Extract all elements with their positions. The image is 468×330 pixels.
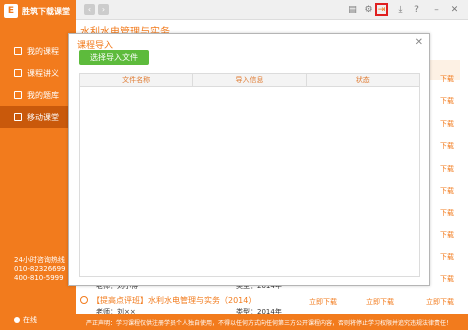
app-title: 胜筑下载课堂 bbox=[22, 6, 70, 16]
course-row[interactable]: 【提高点评班】水利水电管理与实务（2014） bbox=[80, 292, 460, 308]
play-icon bbox=[80, 296, 88, 304]
contact-heading: 24小时咨询热线 bbox=[14, 256, 65, 264]
sidebar-item-question-bank[interactable]: 我的题库 bbox=[0, 84, 76, 106]
column-file-name: 文件名称 bbox=[80, 74, 194, 86]
course-title: 【提高点评班】水利水电管理与实务（2014） bbox=[92, 295, 257, 305]
row-download-link[interactable]: 下载 bbox=[426, 274, 454, 288]
app-logo: E 胜筑下载课堂 bbox=[4, 4, 70, 18]
close-icon: ✕ bbox=[414, 37, 423, 48]
sidebar-item-label: 课程讲义 bbox=[27, 68, 59, 78]
settings-button[interactable]: ⚙ bbox=[362, 3, 375, 16]
notes-icon bbox=[14, 69, 22, 77]
contact-phone-2: 400-810-5999 bbox=[14, 274, 64, 282]
import-dialog: 课程导入 ✕ 选择导入文件 文件名称 导入信息 状态 bbox=[68, 33, 430, 286]
row-download-link[interactable]: 下载 bbox=[426, 74, 454, 88]
import-icon: ⇥ bbox=[377, 4, 386, 15]
row-download-link[interactable]: 下载 bbox=[426, 186, 454, 200]
sidebar-nav: 我的课程 课程讲义 我的题库 移动课堂 bbox=[0, 40, 76, 128]
column-import-info: 导入信息 bbox=[193, 74, 307, 86]
chevron-left-icon: ‹ bbox=[87, 5, 92, 14]
close-window-button[interactable]: ✕ bbox=[448, 3, 461, 16]
minimize-button[interactable]: – bbox=[430, 3, 443, 16]
download-now-link[interactable]: 立即下载 bbox=[309, 297, 337, 307]
courses-icon bbox=[14, 47, 22, 55]
row-download-link[interactable]: 下载 bbox=[426, 119, 454, 133]
chevron-right-icon: › bbox=[101, 5, 106, 14]
row-download-link[interactable]: 下载 bbox=[426, 96, 454, 110]
online-icon bbox=[14, 317, 20, 323]
footer-notice: 严正声明：学习课程仅供注册学员个人独自使用，不得以任何方式向任何第三方公开课程内… bbox=[76, 314, 468, 330]
import-table-body bbox=[79, 87, 420, 277]
close-icon: ✕ bbox=[450, 4, 459, 15]
sidebar-item-label: 我的课程 bbox=[27, 46, 59, 56]
import-table-header: 文件名称 导入信息 状态 bbox=[79, 73, 420, 87]
question-bank-icon bbox=[14, 91, 22, 99]
contact-phone-1: 010-82326699 bbox=[14, 265, 66, 273]
message-button[interactable]: ▤ bbox=[346, 3, 359, 16]
download-button[interactable]: ⤓ bbox=[394, 3, 407, 16]
sidebar-item-label: 移动课堂 bbox=[27, 112, 59, 122]
row-download-link[interactable]: 下载 bbox=[426, 230, 454, 244]
back-button[interactable]: ‹ bbox=[84, 4, 95, 15]
mobile-icon bbox=[14, 113, 22, 121]
sidebar-item-my-courses[interactable]: 我的课程 bbox=[0, 40, 76, 62]
row-download-link[interactable]: 下载 bbox=[426, 252, 454, 266]
dialog-close-button[interactable]: ✕ bbox=[415, 37, 423, 48]
sidebar-item-mobile-class[interactable]: 移动课堂 bbox=[0, 106, 76, 128]
logo-icon: E bbox=[4, 4, 18, 18]
download-now-link[interactable]: 立即下载 bbox=[426, 297, 454, 307]
select-import-file-button[interactable]: 选择导入文件 bbox=[79, 50, 149, 65]
top-toolbar: ‹ › ▤ ⚙ ⇥ ⤓ ? – ✕ bbox=[76, 0, 468, 20]
sidebar: E 胜筑下载课堂 我的课程 课程讲义 我的题库 移动课堂 24小时咨询热线 01… bbox=[0, 0, 76, 330]
forward-button[interactable]: › bbox=[98, 4, 109, 15]
online-status: 在线 bbox=[14, 315, 37, 325]
column-status: 状态 bbox=[355, 76, 370, 84]
gear-icon: ⚙ bbox=[364, 4, 373, 15]
download-icon: ⤓ bbox=[398, 4, 403, 15]
import-button[interactable]: ⇥ bbox=[375, 3, 388, 16]
message-icon: ▤ bbox=[348, 4, 357, 15]
help-button[interactable]: ? bbox=[410, 3, 423, 16]
row-download-link[interactable]: 下载 bbox=[426, 141, 454, 155]
sidebar-item-course-notes[interactable]: 课程讲义 bbox=[0, 62, 76, 84]
online-label: 在线 bbox=[23, 316, 37, 324]
sidebar-item-label: 我的题库 bbox=[27, 90, 59, 100]
row-download-link[interactable]: 下载 bbox=[426, 208, 454, 222]
minimize-icon: – bbox=[434, 4, 439, 15]
help-icon: ? bbox=[414, 4, 419, 15]
download-now-link[interactable]: 立即下载 bbox=[366, 297, 394, 307]
row-download-link[interactable]: 下载 bbox=[426, 164, 454, 178]
contact-info: 24小时咨询热线 010-82326699 400-810-5999 bbox=[14, 256, 66, 283]
